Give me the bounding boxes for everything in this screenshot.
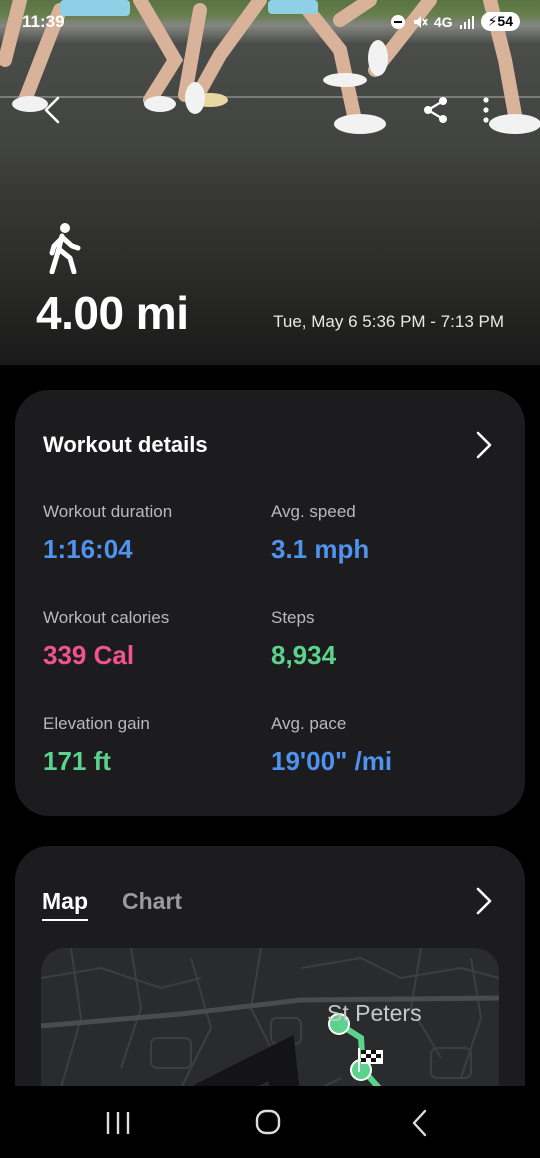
metric-label: Workout duration [43,502,173,521]
status-icons: 4G ⚡54 [390,12,520,31]
workout-date-range: Tue, May 6 5:36 PM - 7:13 PM [273,312,504,331]
metric-label: Avg. pace [271,714,347,733]
workout-details-card[interactable]: Workout details Workout duration 1:16:04… [15,390,525,816]
metric-avg-pace: Avg. pace 19'00" /mi [271,714,392,777]
metric-label: Steps [271,608,315,627]
system-navigation-bar [0,1086,540,1158]
metric-label: Avg. speed [271,502,356,521]
back-button[interactable] [38,95,68,125]
network-type: 4G [433,13,453,30]
signal-icon [459,15,474,29]
metric-value: 339 Cal [43,640,135,670]
metric-value: 8,934 [271,640,337,670]
metric-workout-duration: Workout duration 1:16:04 [43,502,172,565]
hero-banner: 11:39 4G ⚡54 4.00 mi Tue, May 6 5:36 PM … [0,0,540,365]
metric-label: Workout calories [43,608,170,627]
mute-icon [413,15,428,28]
tab-chart[interactable]: Chart [122,888,182,915]
map-place-label: St Peters [327,1000,422,1026]
more-options-button[interactable] [476,96,496,124]
metric-avg-speed: Avg. speed 3.1 mph [271,502,369,565]
walking-icon [49,223,81,274]
home-button[interactable] [248,1106,288,1140]
metric-value: 3.1 mph [271,534,370,564]
do-not-disturb-icon [390,14,405,29]
tab-map[interactable]: Map [42,888,88,921]
battery-indicator: ⚡54 [480,12,520,31]
share-button[interactable] [422,96,450,124]
status-time: 11:39 [22,12,65,31]
metric-value: 19'00" /mi [271,746,393,776]
workout-details-title: Workout details [43,432,208,457]
metric-workout-calories: Workout calories 339 Cal [43,608,169,671]
chevron-right-icon[interactable] [473,886,495,916]
metric-elevation-gain: Elevation gain 171 ft [43,714,150,777]
chevron-right-icon[interactable] [473,430,495,460]
charging-icon: ⚡ [487,13,498,29]
battery-level: 54 [497,13,513,29]
status-bar: 11:39 4G ⚡54 [0,0,540,44]
recent-apps-button[interactable] [98,1106,138,1140]
distance-value: 4.00 mi [36,287,189,339]
metric-label: Elevation gain [43,714,150,733]
metric-value: 1:16:04 [43,534,133,564]
map-chart-card: Map Chart St Peters [15,846,525,1148]
metric-steps: Steps 8,934 [271,608,336,671]
metric-value: 171 ft [43,746,111,776]
back-nav-button[interactable] [400,1106,440,1140]
